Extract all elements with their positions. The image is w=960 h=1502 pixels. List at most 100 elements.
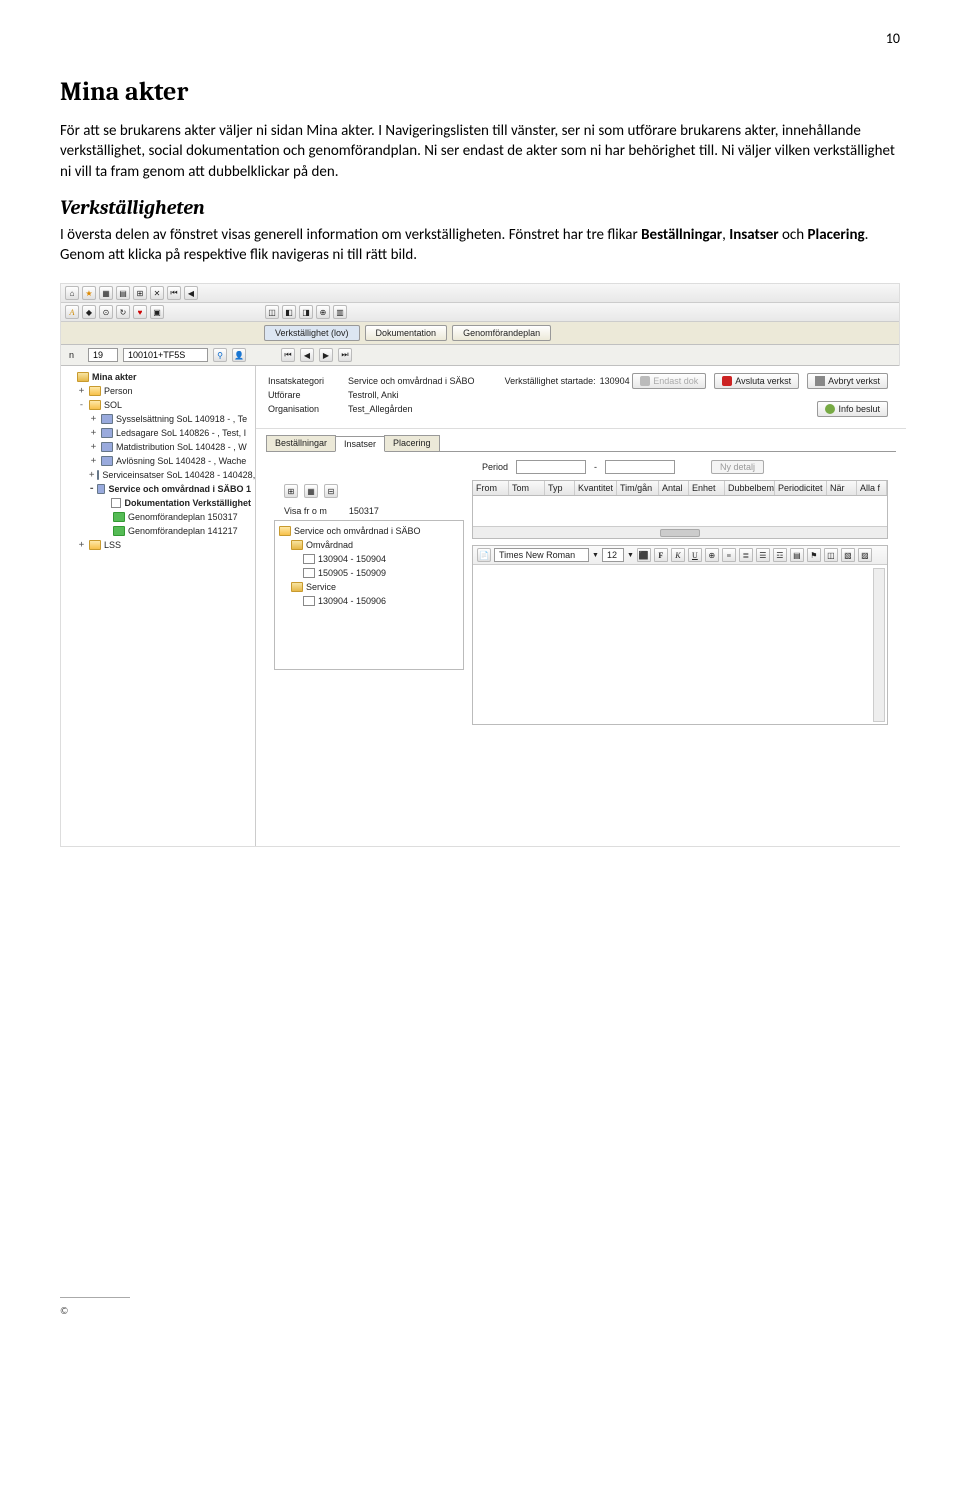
rtf-icon[interactable]: ▨ <box>858 548 872 562</box>
grid-header-cell[interactable]: Kvantitet <box>575 481 617 495</box>
tree-item[interactable]: +Matdistribution SoL 140428 - , W <box>61 440 255 454</box>
tb-btn-icon[interactable]: ▦ <box>99 286 113 300</box>
nav-first-icon[interactable]: ⏮ <box>281 348 295 362</box>
grid-header-cell[interactable]: Tom <box>509 481 545 495</box>
grid-header-cell[interactable]: Periodicitet <box>775 481 827 495</box>
code-input[interactable] <box>123 348 208 362</box>
inner-tree-item[interactable]: 130904 - 150906 <box>275 594 463 608</box>
tab-verkstallighet[interactable]: Verkställighet (lov) <box>264 325 360 341</box>
tab-placering[interactable]: Placering <box>384 435 440 451</box>
tree-item[interactable]: +Person <box>61 384 255 398</box>
tb-btn-icon[interactable]: ▣ <box>150 305 164 319</box>
inner-tree-item[interactable]: Service och omvårdnad i SÄBO <box>275 524 463 538</box>
color-icon[interactable]: ⬛ <box>637 548 651 562</box>
tree-item[interactable]: Mina akter <box>61 370 255 384</box>
sub-btn-icon[interactable]: ▦ <box>304 484 318 498</box>
tb-btn-icon[interactable]: ♥ <box>133 305 147 319</box>
tree-item[interactable]: +Serviceinsatser SoL 140428 - 140428, <box>61 468 255 482</box>
expand-icon[interactable]: + <box>77 384 86 398</box>
grid-header-cell[interactable]: Alla f <box>857 481 887 495</box>
align-center-icon[interactable]: ≣ <box>739 548 753 562</box>
expand-icon[interactable]: + <box>89 440 98 454</box>
rtf-icon[interactable]: 📄 <box>477 548 491 562</box>
period-from-input[interactable] <box>516 460 586 474</box>
tree-item[interactable]: Dokumentation Verkställighet <box>61 496 255 510</box>
align-right-icon[interactable]: ☰ <box>756 548 770 562</box>
tb-btn-icon[interactable]: ◫ <box>265 305 279 319</box>
tb-btn-icon[interactable]: ◆ <box>82 305 96 319</box>
tb-btn-icon[interactable]: ⊙ <box>99 305 113 319</box>
tb-btn-icon[interactable]: ▥ <box>333 305 347 319</box>
rtf-icon[interactable]: ▧ <box>841 548 855 562</box>
grid-header-cell[interactable]: När <box>827 481 857 495</box>
expand-icon[interactable]: - <box>89 482 94 496</box>
tree-item[interactable]: Genomförandeplan 141217 <box>61 524 255 538</box>
inner-tree-item[interactable]: 130904 - 150904 <box>275 552 463 566</box>
nav-prev-icon[interactable]: ◀ <box>300 348 314 362</box>
expand-icon[interactable]: + <box>89 426 98 440</box>
sub-btn-icon[interactable]: ⊟ <box>324 484 338 498</box>
bold-icon[interactable]: F <box>654 548 668 562</box>
tb-btn-icon[interactable]: ◨ <box>299 305 313 319</box>
rtf-icon[interactable]: ▤ <box>790 548 804 562</box>
align-left-icon[interactable]: ≡ <box>722 548 736 562</box>
tb-btn-icon[interactable]: ▤ <box>116 286 130 300</box>
tab-dokumentation[interactable]: Dokumentation <box>365 325 448 341</box>
period-to-input[interactable] <box>605 460 675 474</box>
grid-header-cell[interactable]: Tim/gån <box>617 481 659 495</box>
rtf-icon[interactable]: ◫ <box>824 548 838 562</box>
grid-header-cell[interactable]: Antal <box>659 481 689 495</box>
btn-endast-dok[interactable]: Endast dok <box>632 373 706 389</box>
tree-item[interactable]: Genomförandeplan 150317 <box>61 510 255 524</box>
tab-bestallningar[interactable]: Beställningar <box>266 435 336 451</box>
scrollbar-thumb[interactable] <box>660 529 700 537</box>
tb-btn-icon[interactable]: ⊕ <box>316 305 330 319</box>
grid-header-cell[interactable]: Enhet <box>689 481 725 495</box>
expand-icon[interactable]: + <box>89 468 94 482</box>
btn-avbryt-verkst[interactable]: Avbryt verkst <box>807 373 888 389</box>
underline-icon[interactable]: U <box>688 548 702 562</box>
tree-item[interactable]: -SOL <box>61 398 255 412</box>
nav-last-icon[interactable]: ⏭ <box>338 348 352 362</box>
tree-item[interactable]: +Sysselsättning SoL 140918 - , Te <box>61 412 255 426</box>
tb-btn-home-icon[interactable]: ⌂ <box>65 286 79 300</box>
tb-btn-close-icon[interactable]: ✕ <box>150 286 164 300</box>
search-icon[interactable]: ⚲ <box>213 348 227 362</box>
grid-header-cell[interactable]: From <box>473 481 509 495</box>
tab-insatser[interactable]: Insatser <box>335 436 385 452</box>
expand-icon[interactable]: + <box>89 412 98 426</box>
italic-icon[interactable]: K <box>671 548 685 562</box>
font-select[interactable]: Times New Roman <box>494 548 589 562</box>
inner-tree-item[interactable]: 150905 - 150909 <box>275 566 463 580</box>
tree-item[interactable]: +Ledsagare SoL 140826 - , Test, I <box>61 426 255 440</box>
tb-btn-prev-icon[interactable]: ◀ <box>184 286 198 300</box>
sub-btn-icon[interactable]: ⊞ <box>284 484 298 498</box>
rtf-icon[interactable]: ⚑ <box>807 548 821 562</box>
list-icon[interactable]: ☲ <box>773 548 787 562</box>
person-icon[interactable]: 👤 <box>232 348 246 362</box>
tb-btn-icon[interactable]: ⊞ <box>133 286 147 300</box>
nav-next-icon[interactable]: ▶ <box>319 348 333 362</box>
grid-header-cell[interactable]: Dubbelbem <box>725 481 775 495</box>
tab-genomforandeplan[interactable]: Genomförandeplan <box>452 325 551 341</box>
grid-scrollbar[interactable] <box>473 526 887 538</box>
id-input[interactable] <box>88 348 118 362</box>
tb-btn-first-icon[interactable]: ⏮ <box>167 286 181 300</box>
btn-info-beslut[interactable]: Info beslut <box>817 401 888 417</box>
btn-avsluta-verkst[interactable]: Avsluta verkst <box>714 373 799 389</box>
inner-tree-item[interactable]: Omvårdnad <box>275 538 463 552</box>
tree-item[interactable]: +Avlösning SoL 140428 - , Wache <box>61 454 255 468</box>
rtf-icon[interactable]: ⊕ <box>705 548 719 562</box>
inner-tree-item[interactable]: Service <box>275 580 463 594</box>
tb-btn-star-icon[interactable]: ★ <box>82 286 96 300</box>
btn-ny-detalj[interactable]: Ny detalj <box>711 460 764 474</box>
tb-btn-icon[interactable]: A <box>65 305 79 319</box>
tree-item[interactable]: +LSS <box>61 538 255 552</box>
grid-header-cell[interactable]: Typ <box>545 481 575 495</box>
tb-btn-icon[interactable]: ◧ <box>282 305 296 319</box>
expand-icon[interactable]: + <box>89 454 98 468</box>
expand-icon[interactable]: + <box>77 538 86 552</box>
size-select[interactable]: 12 <box>602 548 624 562</box>
expand-icon[interactable]: - <box>77 398 86 412</box>
tree-item[interactable]: -Service och omvårdnad i SÄBO 1 <box>61 482 255 496</box>
